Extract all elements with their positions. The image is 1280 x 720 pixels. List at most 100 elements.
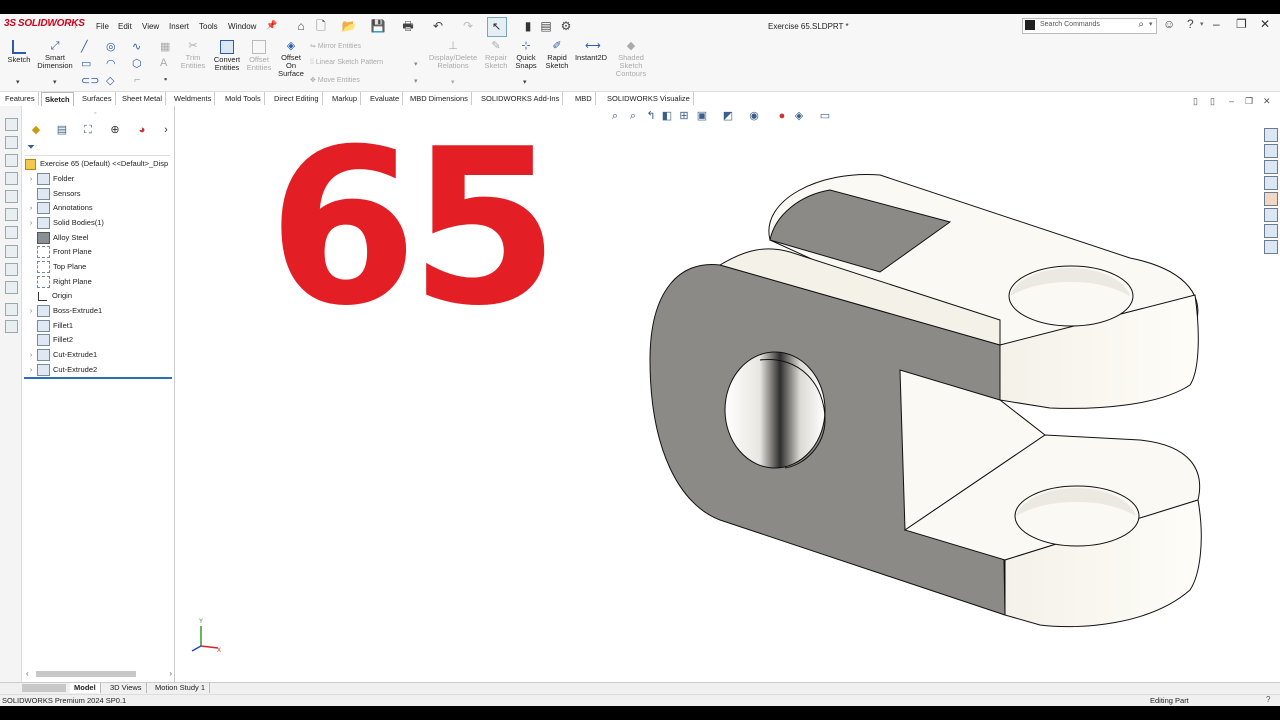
- strip-assembly-icon[interactable]: [5, 136, 18, 149]
- tree-item-annotations[interactable]: › Annotations: [25, 201, 93, 215]
- save-icon[interactable]: 💾: [370, 18, 386, 34]
- appearances-icon[interactable]: [1264, 192, 1278, 206]
- quick-snaps-dropdown-icon[interactable]: ▾: [523, 78, 527, 86]
- smart-dimension-dropdown-icon[interactable]: ▾: [53, 78, 57, 86]
- sketch-button[interactable]: Sketch: [6, 40, 32, 64]
- offset-entities-button[interactable]: Offset Entities: [244, 40, 274, 72]
- expand-arrow-icon[interactable]: ›: [25, 217, 37, 231]
- help-icon[interactable]: ?: [1187, 17, 1194, 31]
- strip-configuration-icon[interactable]: [5, 303, 18, 316]
- shaded-sketch-contours-button[interactable]: ◆ Shaded Sketch Contours: [612, 40, 650, 78]
- tab-mold-tools[interactable]: Mold Tools: [222, 92, 265, 105]
- strip-library-icon[interactable]: [5, 320, 18, 333]
- tree-item-right-plane[interactable]: Right Plane: [25, 275, 92, 289]
- tab-features[interactable]: Features: [2, 92, 39, 105]
- select-tool-button[interactable]: ↖: [487, 17, 507, 37]
- tree-item-fillet2[interactable]: Fillet2: [25, 333, 73, 347]
- tab-sheet-metal[interactable]: Sheet Metal: [119, 92, 167, 105]
- file-explorer-icon[interactable]: [1264, 160, 1278, 174]
- tree-item-top-plane[interactable]: Top Plane: [25, 260, 86, 274]
- new-document-icon[interactable]: 🗋: [313, 18, 329, 34]
- scroll-right-icon[interactable]: ›: [169, 669, 172, 678]
- featuremanager-tab-icon[interactable]: ◆: [28, 123, 44, 137]
- display-style-icon[interactable]: ◩: [722, 110, 734, 122]
- hide-show-items-icon[interactable]: ◉: [748, 110, 760, 122]
- instant2d-button[interactable]: ⟷ Instant2D: [573, 40, 609, 62]
- tab-weldments[interactable]: Weldments: [171, 92, 216, 105]
- open-icon[interactable]: 📂: [341, 18, 357, 34]
- menu-insert[interactable]: Insert: [169, 22, 189, 31]
- relations-dropdown-icon[interactable]: ▾: [451, 78, 455, 86]
- previous-view-icon[interactable]: ↰: [645, 110, 657, 122]
- expand-arrow-icon[interactable]: ›: [25, 305, 37, 319]
- strip-part-icon[interactable]: [5, 118, 18, 131]
- tab-scroll-buttons[interactable]: [22, 684, 66, 692]
- help-dropdown-icon[interactable]: ▾: [1200, 20, 1204, 28]
- tree-item-boss-extrude1[interactable]: › Boss-Extrude1: [25, 304, 102, 318]
- tree-item-sensors[interactable]: Sensors: [25, 187, 81, 201]
- menu-window[interactable]: Window: [228, 22, 256, 31]
- user-account-icon[interactable]: ☺: [1163, 17, 1175, 31]
- feature-filter[interactable]: ⏷: [25, 142, 170, 156]
- configurationmanager-tab-icon[interactable]: ⛶: [80, 123, 96, 137]
- menu-edit[interactable]: Edit: [118, 22, 132, 31]
- print-icon[interactable]: 🖶: [400, 18, 416, 34]
- view-settings-icon[interactable]: ▭: [819, 110, 831, 122]
- tab-solidworks-visualize[interactable]: SOLIDWORKS Visualize: [604, 92, 694, 105]
- part-model[interactable]: [640, 160, 1210, 640]
- viewport-split-icon[interactable]: ▯: [1210, 96, 1215, 107]
- slot-tool-icon[interactable]: ⊂⊃: [81, 74, 99, 87]
- strip-evaluate-icon[interactable]: [5, 245, 18, 258]
- tree-item-material[interactable]: Alloy Steel: [25, 231, 88, 245]
- spline-tool-icon[interactable]: ∿: [132, 40, 141, 53]
- solidworks-pdm-icon[interactable]: [1264, 240, 1278, 254]
- options-gear-icon[interactable]: ⚙: [558, 18, 574, 34]
- custom-properties-icon[interactable]: [1264, 208, 1278, 222]
- scroll-thumb[interactable]: [36, 671, 136, 677]
- strip-weld-icon[interactable]: [5, 226, 18, 239]
- section-view-icon[interactable]: ◧: [661, 110, 673, 122]
- scroll-left-icon[interactable]: ‹: [26, 669, 29, 678]
- restore-window-icon[interactable]: ❐: [1236, 17, 1247, 31]
- repair-sketch-button[interactable]: ✎ Repair Sketch: [482, 40, 510, 70]
- zoom-to-fit-icon[interactable]: ⌕: [609, 110, 621, 122]
- pattern-dropdown-icon[interactable]: ▾: [414, 60, 418, 68]
- search-dropdown-icon[interactable]: ▾: [1149, 20, 1153, 28]
- menu-tools[interactable]: Tools: [199, 22, 218, 31]
- strip-feature-icon[interactable]: [5, 190, 18, 203]
- search-icon[interactable]: ⌕: [1138, 19, 1144, 30]
- plane-tool-icon[interactable]: ◇: [106, 74, 114, 87]
- strip-display-icon[interactable]: [5, 281, 18, 294]
- viewport-restore-icon[interactable]: ❐: [1245, 96, 1253, 107]
- tree-item-cut-extrude2[interactable]: › Cut-Extrude2: [25, 363, 97, 377]
- viewport-close-icon[interactable]: ✕: [1263, 96, 1271, 107]
- expand-arrow-icon[interactable]: ›: [25, 364, 37, 378]
- collapse-arrow-icon[interactable]: ›: [74, 22, 77, 31]
- home-icon[interactable]: ⌂: [293, 18, 309, 34]
- sketch-dropdown-icon[interactable]: ▾: [16, 78, 20, 86]
- display-manager-tab-icon[interactable]: ◕: [134, 123, 150, 137]
- solidworks-resources-icon[interactable]: [1264, 128, 1278, 142]
- expand-arrow-icon[interactable]: ›: [25, 173, 37, 187]
- zoom-to-area-icon[interactable]: ⌕: [627, 110, 639, 122]
- mirror-entities-button[interactable]: ⇋ Mirror Entities: [310, 42, 361, 50]
- fillet-sketch-icon[interactable]: ⌐: [134, 74, 140, 86]
- offset-on-surface-button[interactable]: ◈ Offset On Surface: [276, 40, 306, 78]
- view-orientation-icon[interactable]: ▣: [696, 110, 708, 122]
- move-dropdown-icon[interactable]: ▾: [414, 77, 418, 85]
- expand-arrow-icon[interactable]: ›: [25, 202, 37, 216]
- text-sketch-icon[interactable]: ▦: [160, 40, 170, 53]
- tab-3d-views[interactable]: 3D Views: [106, 683, 147, 693]
- strip-drawing-icon[interactable]: [5, 154, 18, 167]
- tab-sketch[interactable]: Sketch: [41, 92, 74, 106]
- traffic-light-icon[interactable]: ▮: [520, 18, 536, 34]
- search-commands-field[interactable]: Search Commands ⌕: [1022, 18, 1157, 34]
- expand-arrow-icon[interactable]: ›: [25, 349, 37, 363]
- propertymanager-tab-icon[interactable]: ▤: [54, 123, 70, 137]
- menu-view[interactable]: View: [142, 22, 159, 31]
- circle-tool-icon[interactable]: ◎: [106, 40, 116, 53]
- tree-item-cut-extrude1[interactable]: › Cut-Extrude1: [25, 348, 97, 362]
- arc-tool-icon[interactable]: ◠: [106, 57, 116, 70]
- display-delete-relations-button[interactable]: ⊥ Display/Delete Relations: [427, 40, 479, 70]
- linear-pattern-button[interactable]: ⁞⁞ Linear Sketch Pattern: [310, 59, 383, 66]
